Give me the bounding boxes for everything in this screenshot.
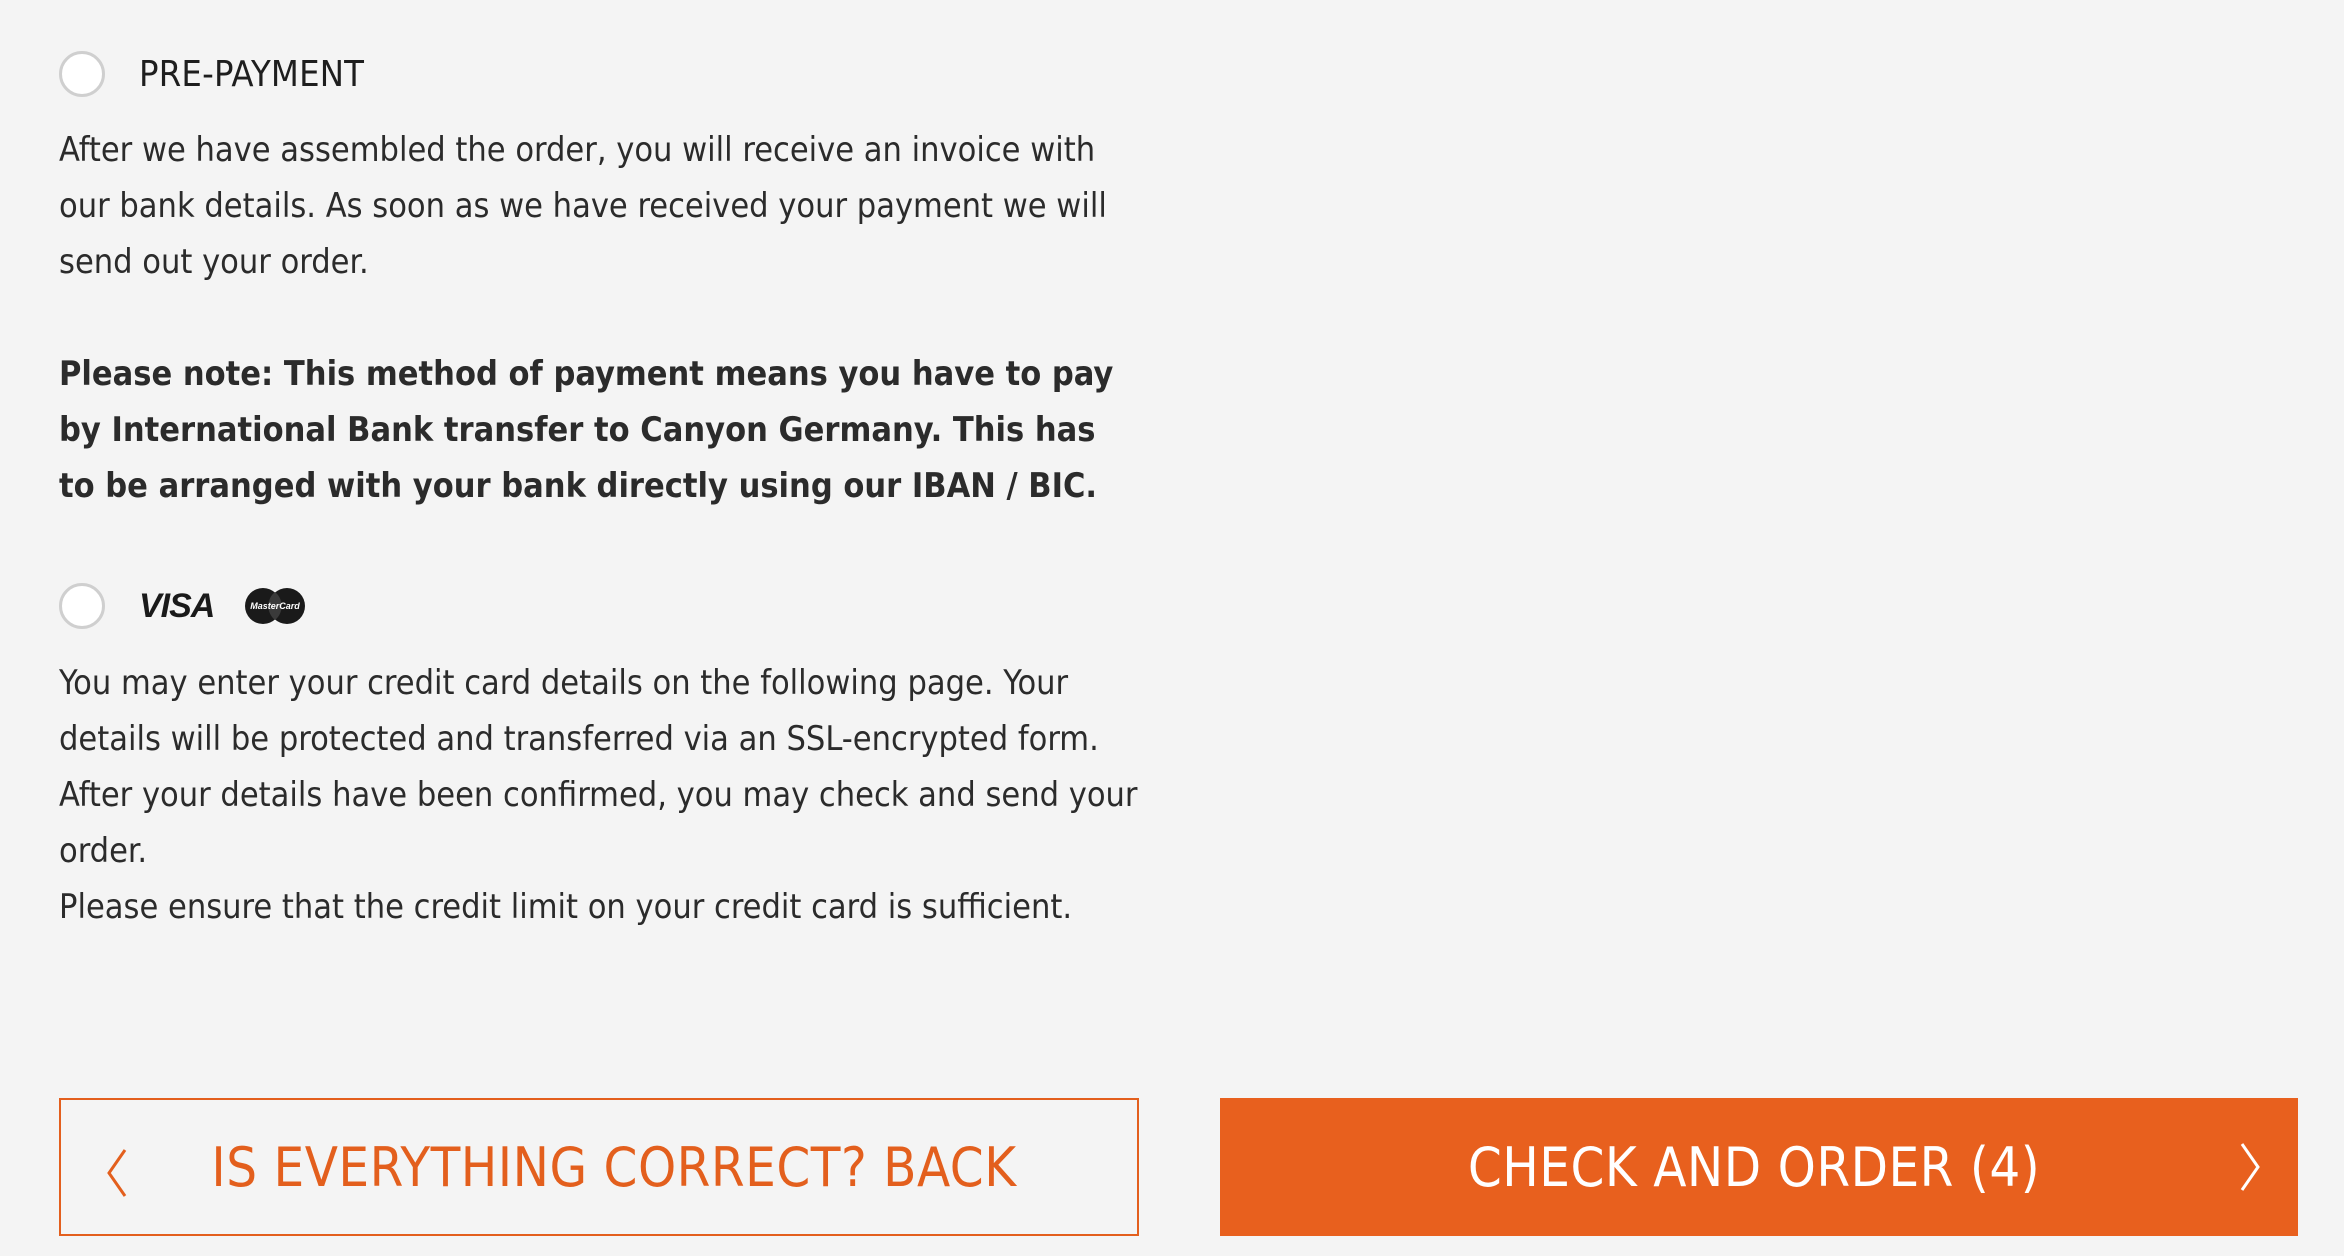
check-and-order-button[interactable]: CHECK AND ORDER (4) bbox=[1220, 1098, 2298, 1236]
prepayment-radio[interactable] bbox=[59, 51, 105, 97]
credit-card-option[interactable]: VISA MasterCard bbox=[59, 583, 306, 629]
prepayment-note: Please note: This method of payment mean… bbox=[59, 354, 1114, 506]
back-button-label: IS EVERYTHING CORRECT? BACK bbox=[211, 1135, 1017, 1199]
chevron-left-icon bbox=[107, 1149, 127, 1197]
mastercard-wordmark: MasterCard bbox=[251, 601, 301, 611]
visa-logo-icon: VISA bbox=[139, 586, 215, 625]
back-button[interactable]: IS EVERYTHING CORRECT? BACK bbox=[59, 1098, 1139, 1236]
credit-card-description: You may enter your credit card details o… bbox=[59, 663, 1138, 871]
mastercard-logo-icon: MasterCard bbox=[245, 588, 306, 624]
order-button-label: CHECK AND ORDER (4) bbox=[1467, 1135, 2041, 1199]
prepayment-label: PRE-PAYMENT bbox=[139, 53, 365, 95]
credit-limit-note: Please ensure that the credit limit on y… bbox=[59, 887, 1073, 927]
credit-card-radio[interactable] bbox=[59, 583, 105, 629]
prepayment-description: After we have assembled the order, you w… bbox=[59, 130, 1107, 282]
prepayment-option[interactable]: PRE-PAYMENT bbox=[59, 51, 364, 97]
chevron-right-icon bbox=[2240, 1143, 2260, 1191]
